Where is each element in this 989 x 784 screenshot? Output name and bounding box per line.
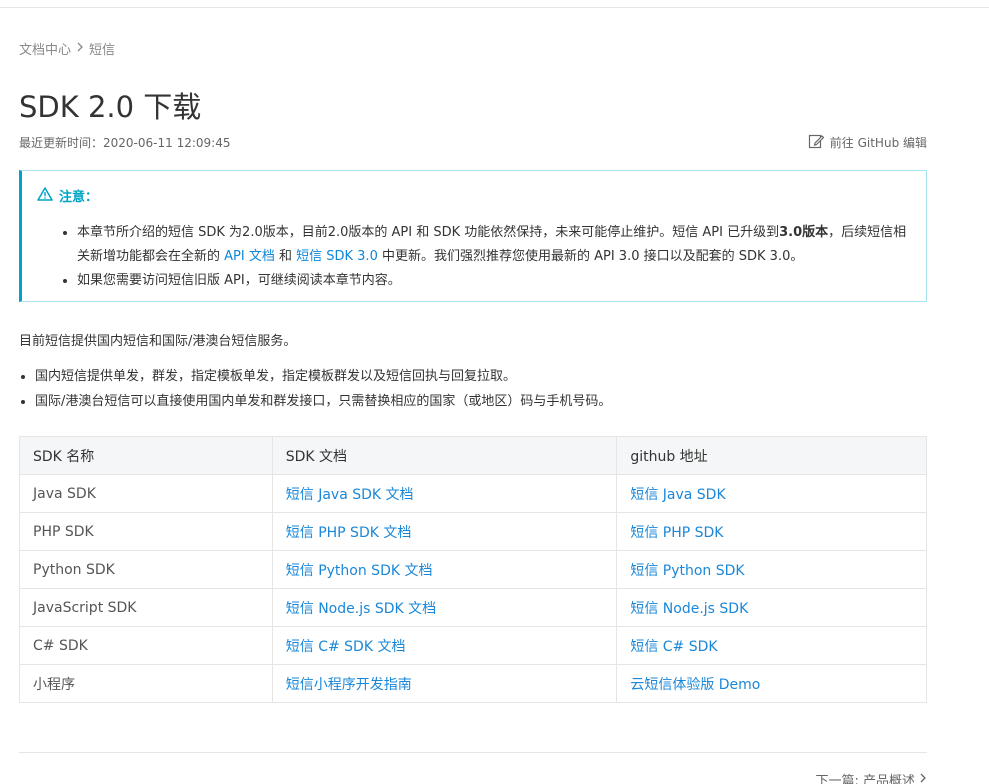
update-time-label: 最近更新时间： xyxy=(19,136,104,150)
table-header: github 地址 xyxy=(616,436,927,475)
chevron-right-icon xyxy=(919,772,927,784)
notice-list: 本章节所介绍的短信 SDK 为2.0版本，目前2.0版本的 API 和 SDK … xyxy=(77,221,917,293)
notice-item: 本章节所介绍的短信 SDK 为2.0版本，目前2.0版本的 API 和 SDK … xyxy=(77,221,917,269)
sdk-doc-link[interactable]: 短信 Node.js SDK 文档 xyxy=(286,601,436,617)
breadcrumb-root[interactable]: 文档中心 xyxy=(19,39,71,58)
table-row: JavaScript SDK 短信 Node.js SDK 文档 短信 Node… xyxy=(19,588,927,627)
next-article-link[interactable]: 下一篇: 产品概述 xyxy=(815,770,927,784)
sdk-name: Java SDK xyxy=(19,474,273,513)
github-cell: 短信 Java SDK xyxy=(616,474,927,513)
github-cell: 短信 Node.js SDK xyxy=(616,588,927,627)
sdk-name: Python SDK xyxy=(19,550,273,589)
sdk-doc-link[interactable]: 短信 PHP SDK 文档 xyxy=(286,525,412,541)
sdk-name: 小程序 xyxy=(19,664,273,703)
list-item: 国内短信提供单发，群发，指定模板单发，指定模板群发以及短信回执与回复拉取。 xyxy=(35,364,611,389)
sdk-doc-link[interactable]: 短信小程序开发指南 xyxy=(286,677,412,693)
sms-sdk3-link[interactable]: 短信 SDK 3.0 xyxy=(296,249,378,264)
github-link[interactable]: 短信 C# SDK xyxy=(630,639,717,655)
table-row: Python SDK 短信 Python SDK 文档 短信 Python SD… xyxy=(19,550,927,589)
update-time-value: 2020-06-11 12:09:45 xyxy=(103,136,231,150)
list-item: 国际/港澳台短信可以直接使用国内单发和群发接口，只需替换相应的国家（或地区）码与… xyxy=(35,389,611,414)
github-link[interactable]: 云短信体验版 Demo xyxy=(630,677,760,693)
github-cell: 短信 Python SDK xyxy=(616,550,927,589)
sdk-table: SDK 名称 SDK 文档 github 地址 Java SDK 短信 Java… xyxy=(19,436,927,703)
github-link[interactable]: 短信 PHP SDK xyxy=(630,525,723,541)
api-doc-link[interactable]: API 文档 xyxy=(224,249,275,264)
next-article-label: 下一篇: 产品概述 xyxy=(815,774,915,784)
edit-icon xyxy=(808,133,825,152)
table-header: SDK 文档 xyxy=(271,436,618,475)
update-time: 最近更新时间：2020-06-11 12:09:45 xyxy=(19,134,230,151)
table-row: 小程序 短信小程序开发指南 云短信体验版 Demo xyxy=(19,664,927,703)
notice-box: 注意： 本章节所介绍的短信 SDK 为2.0版本，目前2.0版本的 API 和 … xyxy=(19,170,927,302)
sdk-doc-cell: 短信小程序开发指南 xyxy=(271,664,618,703)
notice-item: 如果您需要访问短信旧版 API，可继续阅读本章节内容。 xyxy=(77,269,917,293)
edit-on-github-link[interactable]: 前往 GitHub 编辑 xyxy=(808,133,927,152)
breadcrumb: 文档中心 短信 xyxy=(19,39,115,58)
sdk-doc-cell: 短信 Node.js SDK 文档 xyxy=(271,588,618,627)
sdk-name: JavaScript SDK xyxy=(19,588,273,627)
chevron-right-icon xyxy=(76,41,84,56)
bottom-divider xyxy=(19,752,927,753)
table-header: SDK 名称 xyxy=(19,436,273,475)
table-row: PHP SDK 短信 PHP SDK 文档 短信 PHP SDK xyxy=(19,512,927,551)
sdk-name: C# SDK xyxy=(19,626,273,665)
sdk-doc-link[interactable]: 短信 C# SDK 文档 xyxy=(286,639,406,655)
notice-header: 注意： xyxy=(37,186,98,205)
github-cell: 短信 C# SDK xyxy=(616,626,927,665)
edit-label: 前往 GitHub 编辑 xyxy=(829,136,927,150)
github-link[interactable]: 短信 Java SDK xyxy=(630,487,725,503)
github-link[interactable]: 短信 Node.js SDK xyxy=(630,601,748,617)
github-cell: 云短信体验版 Demo xyxy=(616,664,927,703)
breadcrumb-current[interactable]: 短信 xyxy=(89,39,115,58)
sdk-doc-cell: 短信 Java SDK 文档 xyxy=(271,474,618,513)
sdk-doc-cell: 短信 Python SDK 文档 xyxy=(271,550,618,589)
notice-title: 注意： xyxy=(59,190,99,205)
github-cell: 短信 PHP SDK xyxy=(616,512,927,551)
page-title: SDK 2.0 下载 xyxy=(19,90,202,124)
sdk-doc-link[interactable]: 短信 Java SDK 文档 xyxy=(286,487,414,503)
sdk-name: PHP SDK xyxy=(19,512,273,551)
sdk-doc-cell: 短信 C# SDK 文档 xyxy=(271,626,618,665)
sdk-doc-link[interactable]: 短信 Python SDK 文档 xyxy=(286,563,433,579)
notice-text: 中更新。我们强烈推荐您使用最新的 API 3.0 接口以及配套的 SDK 3.0… xyxy=(377,249,804,264)
sdk-doc-cell: 短信 PHP SDK 文档 xyxy=(271,512,618,551)
table-row: C# SDK 短信 C# SDK 文档 短信 C# SDK xyxy=(19,626,927,665)
top-divider xyxy=(0,7,989,8)
intro-text: 目前短信提供国内短信和国际/港澳台短信服务。 xyxy=(19,334,297,349)
notice-text: 本章节所介绍的短信 SDK 为2.0版本，目前2.0版本的 API 和 SDK … xyxy=(77,225,780,240)
table-header-row: SDK 名称 SDK 文档 github 地址 xyxy=(19,436,927,475)
service-list: 国内短信提供单发，群发，指定模板单发，指定模板群发以及短信回执与回复拉取。 国际… xyxy=(35,364,611,414)
notice-bold: 3.0版本 xyxy=(779,225,829,240)
table-row: Java SDK 短信 Java SDK 文档 短信 Java SDK xyxy=(19,474,927,513)
notice-text: 和 xyxy=(274,249,297,264)
github-link[interactable]: 短信 Python SDK xyxy=(630,563,744,579)
warning-icon xyxy=(37,186,53,205)
